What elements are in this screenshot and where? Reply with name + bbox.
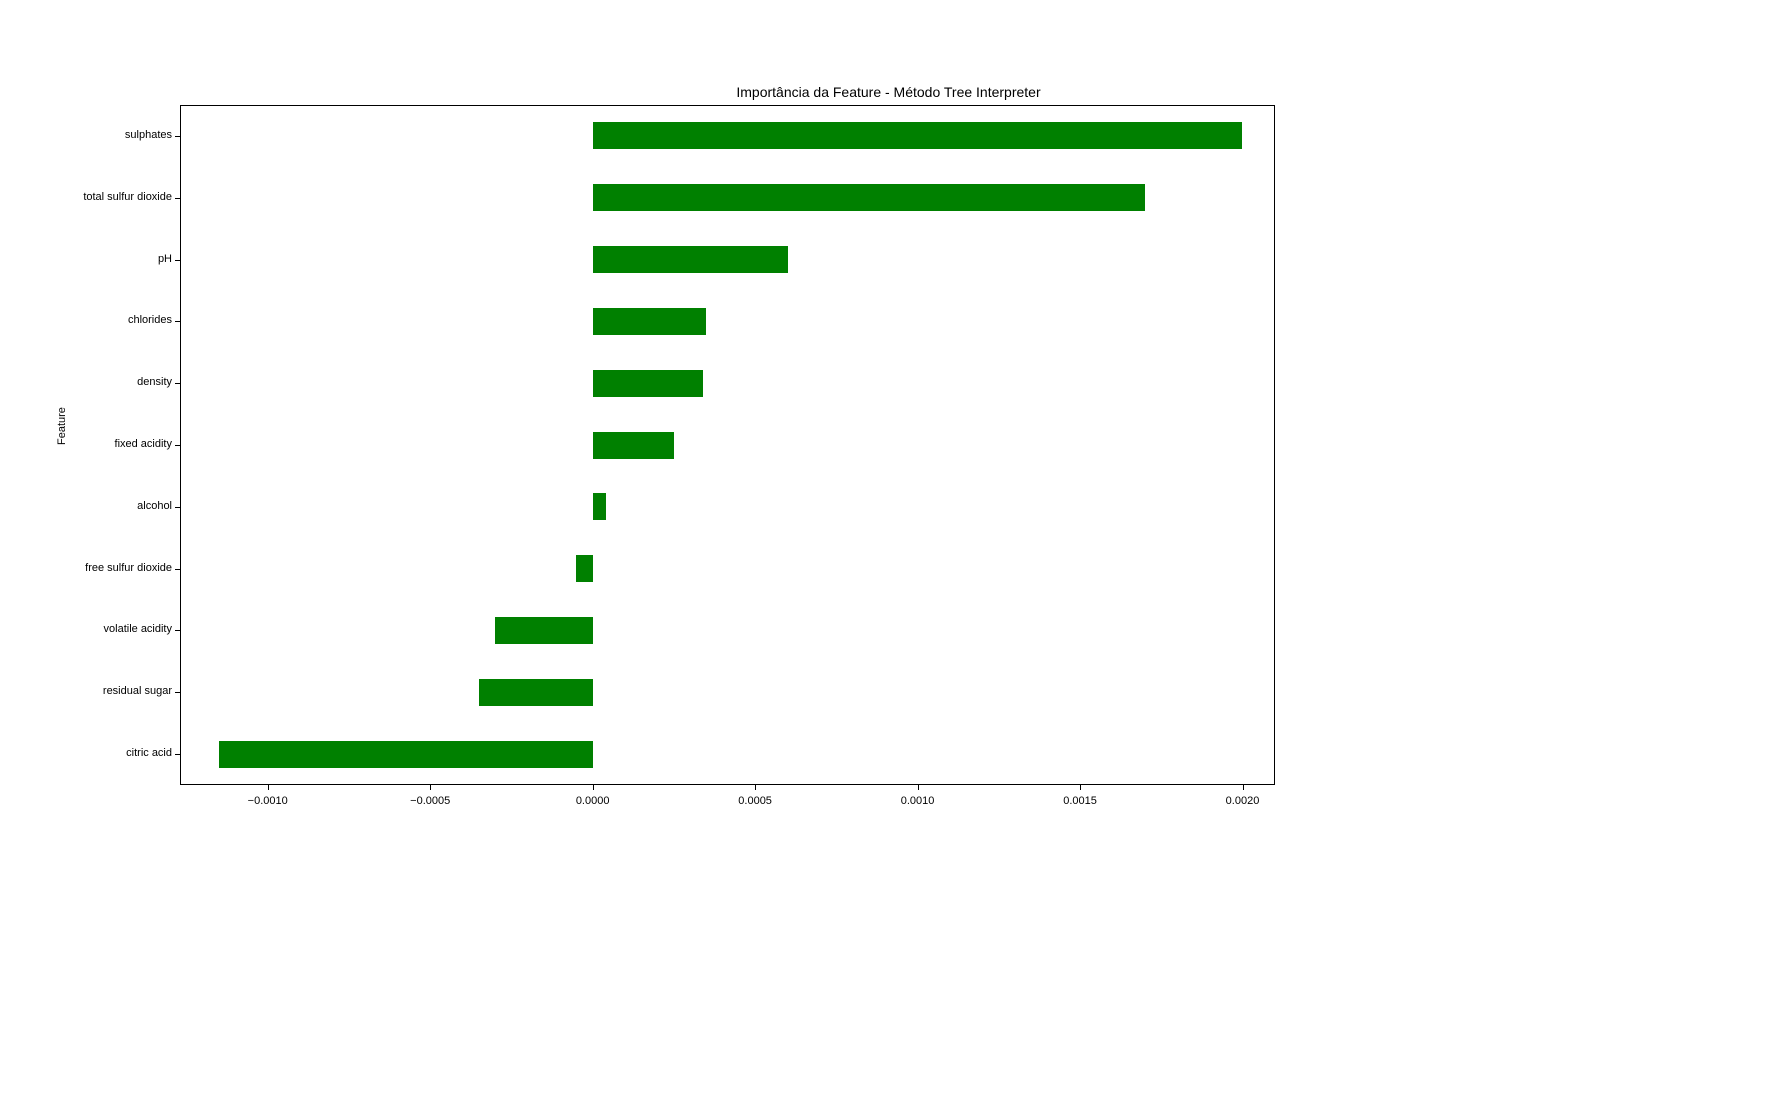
y-tick-label: density: [137, 376, 172, 388]
y-tick-mark: [175, 383, 180, 384]
x-tick-label: 0.0000: [576, 795, 610, 807]
bar: [593, 122, 1243, 149]
y-tick-label: chlorides: [128, 314, 172, 326]
y-tick-mark: [175, 569, 180, 570]
bar: [495, 617, 592, 644]
x-tick-mark: [268, 785, 269, 790]
x-tick-label: −0.0005: [410, 795, 450, 807]
y-tick-mark: [175, 198, 180, 199]
x-tick-label: −0.0010: [248, 795, 288, 807]
y-axis-label: Feature: [56, 407, 68, 445]
y-tick-mark: [175, 321, 180, 322]
x-tick-label: 0.0005: [738, 795, 772, 807]
y-tick-label: pH: [158, 253, 172, 265]
bar: [479, 679, 593, 706]
bar: [593, 432, 674, 459]
bar: [576, 555, 592, 582]
y-tick-label: fixed acidity: [115, 438, 172, 450]
y-tick-label: free sulfur dioxide: [85, 562, 172, 574]
y-tick-mark: [175, 507, 180, 508]
x-tick-label: 0.0010: [901, 795, 935, 807]
chart-title: Importância da Feature - Método Tree Int…: [736, 84, 1040, 100]
y-tick-mark: [175, 754, 180, 755]
bar: [593, 493, 606, 520]
y-tick-label: volatile acidity: [104, 623, 172, 635]
bar: [219, 741, 593, 768]
y-tick-mark: [175, 260, 180, 261]
x-tick-mark: [755, 785, 756, 790]
y-tick-label: citric acid: [126, 747, 172, 759]
y-tick-label: alcohol: [137, 500, 172, 512]
x-tick-label: 0.0015: [1063, 795, 1097, 807]
y-tick-mark: [175, 136, 180, 137]
y-tick-label: residual sugar: [103, 685, 172, 697]
bar: [593, 246, 788, 273]
y-tick-label: total sulfur dioxide: [83, 191, 172, 203]
y-tick-mark: [175, 445, 180, 446]
y-tick-mark: [175, 630, 180, 631]
y-tick-label: sulphates: [125, 129, 172, 141]
x-tick-mark: [1243, 785, 1244, 790]
bar: [593, 308, 707, 335]
x-tick-label: 0.0020: [1226, 795, 1260, 807]
x-tick-mark: [430, 785, 431, 790]
x-tick-mark: [593, 785, 594, 790]
bar: [593, 184, 1145, 211]
x-tick-mark: [1080, 785, 1081, 790]
y-tick-mark: [175, 692, 180, 693]
bar: [593, 370, 703, 397]
x-tick-mark: [918, 785, 919, 790]
